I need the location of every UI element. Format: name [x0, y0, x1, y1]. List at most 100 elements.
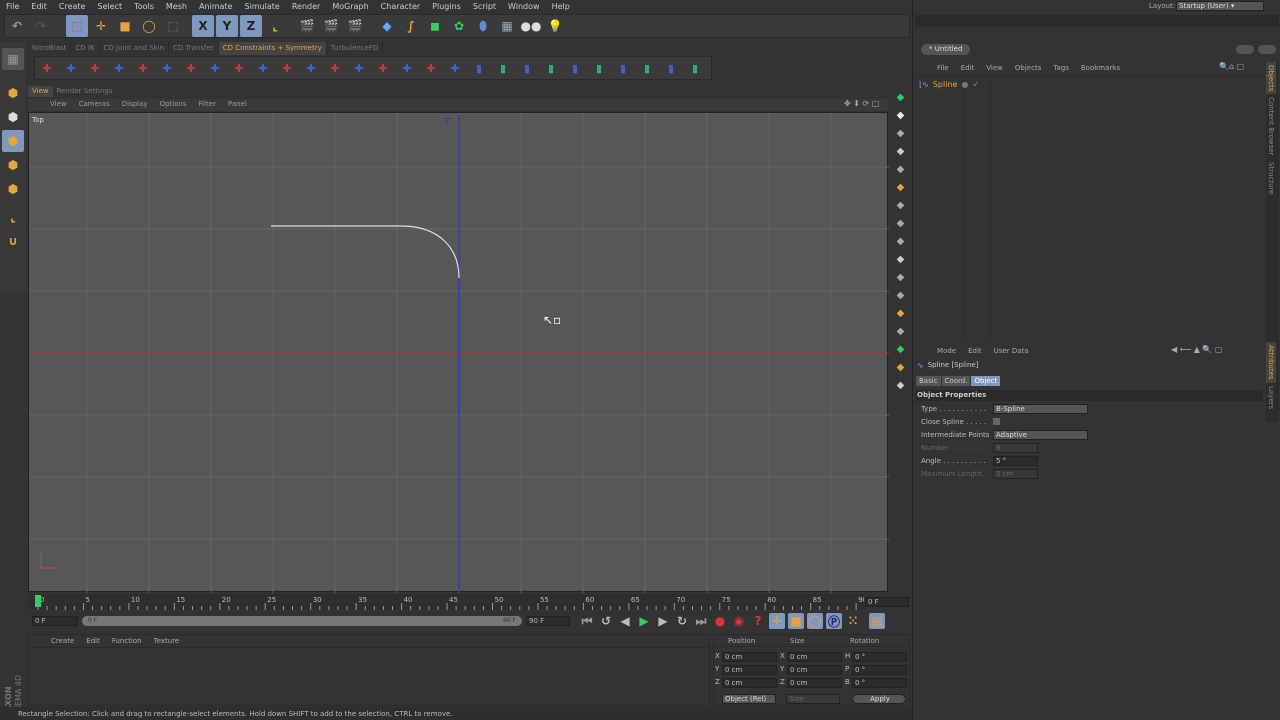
spline-curve[interactable]: [271, 225, 460, 415]
timeline-ruler[interactable]: 051015202530354045505560657075808590: [28, 594, 867, 610]
constraint-tool-icon[interactable]: ✚: [180, 57, 202, 79]
symmetry-tool-icon[interactable]: ▮: [540, 57, 562, 79]
constraint-tool-icon[interactable]: ✚: [108, 57, 130, 79]
rotation-field[interactable]: 0 °: [852, 678, 907, 688]
tool-icon[interactable]: ◆: [891, 146, 910, 161]
attr-tab-basic[interactable]: Basic: [916, 376, 941, 386]
menu-item-character[interactable]: Character: [375, 0, 427, 13]
previous-frame-icon[interactable]: ◀: [617, 613, 633, 629]
spline-pen-icon[interactable]: ∫: [400, 15, 422, 37]
symmetry-tool-icon[interactable]: ▮: [636, 57, 658, 79]
menu-item-mograph[interactable]: MoGraph: [326, 0, 374, 13]
viewport-menu-options[interactable]: Options: [154, 99, 193, 111]
symmetry-tool-icon[interactable]: ▮: [564, 57, 586, 79]
model-mode-icon[interactable]: ⬢: [2, 106, 24, 128]
symmetry-tool-icon[interactable]: ▮: [516, 57, 538, 79]
points-mode-icon[interactable]: ⬢: [2, 130, 24, 152]
key-position-icon[interactable]: ✛: [769, 613, 785, 629]
coords-mode-dropdown[interactable]: Object (Rel): [722, 694, 776, 704]
make-editable-icon[interactable]: ⬢: [2, 82, 24, 104]
record-icon[interactable]: ●: [712, 613, 728, 629]
tool-icon[interactable]: ◆: [891, 344, 910, 359]
constraint-tool-icon[interactable]: ✚: [204, 57, 226, 79]
size-field[interactable]: 0 cm: [787, 665, 842, 675]
menu-item-tools[interactable]: Tools: [128, 0, 160, 13]
plugin-tab[interactable]: NitroBlast: [28, 42, 72, 55]
start-frame-field[interactable]: 0 F: [32, 616, 78, 626]
size-mode-dropdown[interactable]: Size: [786, 694, 840, 704]
layout-dropdown[interactable]: Startup (User) ▾: [1176, 1, 1264, 11]
list-item[interactable]: ⌊∿ Spline ● ✓: [919, 80, 979, 89]
undo-icon[interactable]: ↶: [6, 15, 28, 37]
objects-menu-view[interactable]: View: [980, 62, 1009, 74]
plugin-tab[interactable]: CD IK: [71, 42, 100, 55]
visibility-dot-icon[interactable]: ●: [961, 80, 968, 89]
menu-item-script[interactable]: Script: [467, 0, 502, 13]
rectangle-selection-icon[interactable]: ⬚: [66, 15, 88, 37]
viewport-menu-cameras[interactable]: Cameras: [73, 99, 116, 111]
render-settings-icon[interactable]: 🎬: [344, 15, 366, 37]
render-picture-viewer-icon[interactable]: 🎬: [320, 15, 342, 37]
viewport-nav-icons[interactable]: ✥ ⬇ ⟳ ▢: [844, 99, 879, 108]
document-tab[interactable]: * Untitled: [921, 44, 971, 55]
axis-mode-icon[interactable]: ⌞: [2, 206, 24, 228]
constraint-tool-icon[interactable]: ✚: [276, 57, 298, 79]
attr-tab-object[interactable]: Object: [971, 376, 1001, 386]
symmetry-tool-icon[interactable]: ▮: [660, 57, 682, 79]
side-tab[interactable]: Layers: [1266, 383, 1276, 412]
panel-button-2[interactable]: [1258, 45, 1276, 54]
material-manager[interactable]: Create Edit Function Texture: [28, 634, 710, 706]
objects-menu-tags[interactable]: Tags: [1047, 62, 1075, 74]
plugin-tab[interactable]: TurbulenceFD: [326, 42, 384, 55]
menu-item-select[interactable]: Select: [91, 0, 128, 13]
playhead[interactable]: [35, 595, 41, 607]
play-icon[interactable]: ▶: [636, 613, 652, 629]
apply-button[interactable]: Apply: [852, 694, 906, 704]
keyframe-selection-icon[interactable]: ?: [750, 613, 766, 629]
rotate-icon[interactable]: ◯: [138, 15, 160, 37]
z-axis-lock-button[interactable]: Z: [240, 15, 262, 37]
enabled-check-icon[interactable]: ✓: [972, 80, 979, 89]
constraint-tool-icon[interactable]: ✚: [300, 57, 322, 79]
key-rotation-icon[interactable]: ◯: [807, 613, 823, 629]
constraint-tool-icon[interactable]: ✚: [156, 57, 178, 79]
tool-icon[interactable]: ◆: [891, 254, 910, 269]
key-scale-icon[interactable]: ■: [788, 613, 804, 629]
symmetry-tool-icon[interactable]: ▮: [492, 57, 514, 79]
tool-icon[interactable]: ◆: [891, 218, 910, 233]
current-frame-field[interactable]: 0 F: [865, 597, 909, 607]
menu-item-create[interactable]: Create: [53, 0, 92, 13]
tool-icon[interactable]: ◆: [891, 308, 910, 323]
menu-item-render[interactable]: Render: [286, 0, 326, 13]
viewport-menu-view[interactable]: View: [44, 99, 73, 111]
menu-item-help[interactable]: Help: [546, 0, 576, 13]
objects-menu-bookmarks[interactable]: Bookmarks: [1075, 62, 1126, 74]
constraint-tool-icon[interactable]: ✚: [228, 57, 250, 79]
constraint-tool-icon[interactable]: ✚: [396, 57, 418, 79]
menu-item-animate[interactable]: Animate: [193, 0, 239, 13]
render-view-icon[interactable]: 🎬: [296, 15, 318, 37]
constraint-tool-icon[interactable]: ✚: [372, 57, 394, 79]
material-menu-create[interactable]: Create: [45, 635, 80, 647]
go-to-start-icon[interactable]: ⏮: [579, 613, 595, 629]
property-value[interactable]: 5 °: [993, 456, 1038, 466]
scene-icon[interactable]: ▦: [496, 15, 518, 37]
side-tab[interactable]: Structure: [1266, 159, 1276, 198]
view-tab[interactable]: View: [28, 86, 53, 97]
move-icon[interactable]: ✛: [90, 15, 112, 37]
end-frame-field[interactable]: 90 F: [526, 616, 570, 626]
coordinate-system-icon[interactable]: ⌞: [264, 15, 286, 37]
plugin-tab[interactable]: CD Constraints + Symmetry: [218, 42, 327, 55]
tool-icon[interactable]: ◆: [891, 236, 910, 251]
attributes-menu-mode[interactable]: Mode: [931, 345, 962, 357]
next-key-icon[interactable]: ↻: [674, 613, 690, 629]
objects-menu-objects[interactable]: Objects: [1009, 62, 1047, 74]
array-icon[interactable]: ✿: [448, 15, 470, 37]
position-field[interactable]: 0 cm: [722, 678, 777, 688]
tool-icon[interactable]: ◆: [891, 110, 910, 125]
rotation-field[interactable]: 0 °: [852, 665, 907, 675]
camera-icon[interactable]: ●●: [520, 15, 542, 37]
menu-item-simulate[interactable]: Simulate: [238, 0, 285, 13]
tool-icon[interactable]: ◆: [891, 164, 910, 179]
go-to-end-icon[interactable]: ⏭: [693, 613, 709, 629]
